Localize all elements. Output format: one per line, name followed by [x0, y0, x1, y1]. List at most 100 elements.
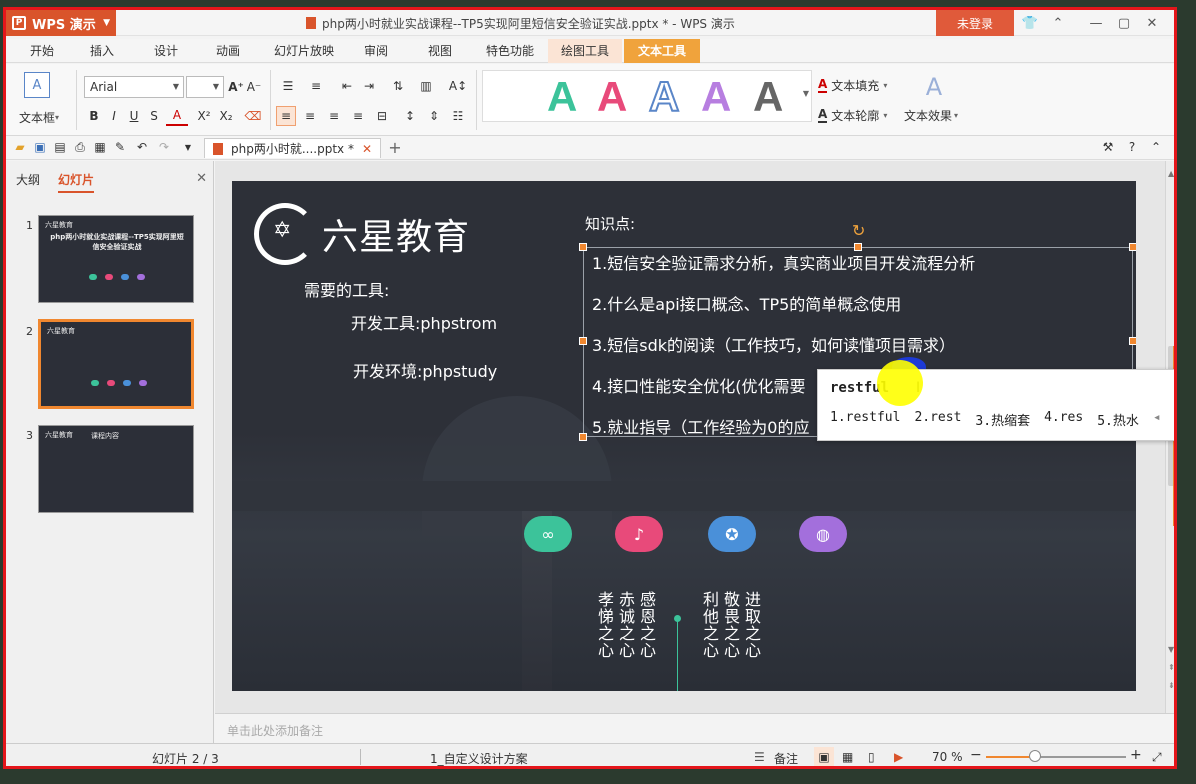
- slide-thumbnail-1[interactable]: 六星教育 php两小时就业实战课程--TP5实现阿里短信安全验证实战: [38, 215, 194, 303]
- ime-candidate-window[interactable]: restful I 1.restful 2.rest 3.热缩套 4.res 5…: [817, 369, 1177, 441]
- tab-view[interactable]: 视图: [418, 39, 462, 63]
- tab-animation[interactable]: 动画: [206, 39, 250, 63]
- increase-indent-icon[interactable]: ⇥: [360, 76, 378, 96]
- new-tab-icon[interactable]: +: [386, 138, 404, 157]
- notes-button[interactable]: 备注: [774, 750, 798, 766]
- decrease-indent-icon[interactable]: ⇤: [338, 76, 356, 96]
- text-direction-icon[interactable]: ⇅: [386, 76, 410, 96]
- open-folder-icon[interactable]: ▰: [12, 139, 28, 155]
- tab-start[interactable]: 开始: [20, 39, 64, 63]
- ribbon-toggle-icon[interactable]: ⌃: [1148, 139, 1164, 155]
- columns-icon[interactable]: ▥: [414, 76, 438, 96]
- scroll-down-icon[interactable]: ▼: [1168, 645, 1174, 654]
- fit-window-icon[interactable]: ⤢: [1152, 750, 1162, 765]
- close-tab-icon[interactable]: ✕: [362, 140, 372, 158]
- login-button[interactable]: 未登录: [936, 10, 1014, 36]
- ime-prev-page-icon[interactable]: ◂: [1153, 410, 1161, 429]
- text-fill-button[interactable]: A 文本填充 ▾: [818, 76, 887, 94]
- slide-thumbnail-3[interactable]: 六星教育 课程内容: [38, 425, 194, 513]
- document-tab[interactable]: php两小时就....pptx * ✕: [204, 138, 382, 158]
- bullets-icon[interactable]: ☰: [276, 76, 300, 96]
- preview-icon[interactable]: ▦: [92, 139, 108, 155]
- notes-icon[interactable]: ☰: [754, 750, 765, 764]
- help-icon[interactable]: ?: [1124, 139, 1140, 155]
- zoom-slider-knob[interactable]: [1029, 750, 1041, 762]
- wordart-style-1[interactable]: A: [547, 73, 577, 121]
- wordart-style-5[interactable]: A: [753, 73, 783, 121]
- textbox-icon[interactable]: A: [24, 72, 50, 98]
- wordart-style-4[interactable]: A: [701, 73, 731, 121]
- wordart-style-3[interactable]: A: [648, 72, 680, 121]
- italic-button[interactable]: I: [106, 106, 122, 126]
- maximize-button[interactable]: ▢: [1110, 10, 1138, 36]
- prev-slide-icon[interactable]: ⇞: [1168, 663, 1174, 672]
- tools-icon[interactable]: ⚒: [1100, 139, 1116, 155]
- bold-button[interactable]: B: [86, 106, 102, 126]
- align-center-icon[interactable]: ≡: [300, 106, 320, 126]
- slide-thumbnail-2[interactable]: 六星教育: [38, 319, 194, 409]
- paragraph-settings-icon[interactable]: ☷: [448, 106, 468, 126]
- minimize-button[interactable]: —: [1082, 10, 1110, 36]
- gallery-more-icon[interactable]: ▼: [803, 89, 809, 98]
- export-pdf-icon[interactable]: ▤: [52, 139, 68, 155]
- ime-candidate-3[interactable]: 3.热缩套: [975, 410, 1030, 429]
- justify-icon[interactable]: ≡: [348, 106, 368, 126]
- skin-icon[interactable]: 👕: [1016, 10, 1044, 36]
- text-effect-button[interactable]: 文本效果 ▾: [904, 106, 958, 124]
- shrink-font-button[interactable]: A⁻: [246, 78, 262, 96]
- reading-view-icon[interactable]: ▯: [868, 750, 875, 764]
- tab-outline[interactable]: 大纲: [16, 171, 40, 188]
- strikethrough-button[interactable]: S: [146, 106, 162, 126]
- normal-view-icon[interactable]: ▣: [814, 747, 834, 766]
- redo-icon[interactable]: ↷: [156, 139, 172, 155]
- close-panel-icon[interactable]: ✕: [196, 171, 207, 186]
- align-left-icon[interactable]: ≡: [276, 106, 296, 126]
- collapse-ribbon-icon[interactable]: ⌃: [1044, 10, 1072, 36]
- align-right-icon[interactable]: ≡: [324, 106, 344, 126]
- ime-candidate-2[interactable]: 2.rest: [914, 410, 961, 429]
- clear-format-icon[interactable]: ⌫: [244, 106, 262, 126]
- tab-slides[interactable]: 幻灯片: [58, 171, 95, 193]
- ime-candidate-5[interactable]: 5.热水: [1097, 410, 1139, 429]
- app-menu-button[interactable]: P WPS 演示 ▼: [6, 10, 116, 36]
- ime-candidate-4[interactable]: 4.res: [1044, 410, 1083, 429]
- rotate-handle-icon[interactable]: ↻: [852, 221, 865, 240]
- undo-icon[interactable]: ↶: [134, 139, 150, 155]
- tab-features[interactable]: 特色功能: [478, 39, 542, 63]
- distribute-icon[interactable]: ⊟: [372, 106, 392, 126]
- numbering-icon[interactable]: ≡: [304, 76, 328, 96]
- line-spacing-icon[interactable]: ↕: [400, 106, 420, 126]
- tab-design[interactable]: 设计: [144, 39, 188, 63]
- font-color-button[interactable]: A: [166, 106, 188, 126]
- text-outline-button[interactable]: A 文本轮廓 ▾: [818, 106, 887, 124]
- tab-insert[interactable]: 插入: [80, 39, 124, 63]
- wordart-style-2[interactable]: A: [597, 73, 627, 121]
- paragraph-spacing-icon[interactable]: ⇕: [424, 106, 444, 126]
- ime-candidate-1[interactable]: 1.restful: [830, 410, 900, 429]
- scroll-up-icon[interactable]: ▲: [1168, 169, 1174, 178]
- grow-font-button[interactable]: A⁺: [228, 78, 244, 96]
- slide-sorter-icon[interactable]: ▦: [842, 750, 853, 764]
- tab-drawing-tools[interactable]: 绘图工具: [548, 39, 622, 63]
- notes-pane[interactable]: 单击此处添加备注: [215, 713, 1174, 743]
- textbox-button[interactable]: 文本框 ▾: [14, 108, 64, 126]
- text-effect-icon[interactable]: A: [922, 73, 946, 101]
- tab-review[interactable]: 审阅: [354, 39, 398, 63]
- customize-chevron-icon[interactable]: ▼: [182, 139, 194, 155]
- next-slide-icon[interactable]: ⇟: [1168, 681, 1174, 690]
- font-name-select[interactable]: Arial ▼: [84, 76, 184, 98]
- ime-next-page-icon[interactable]: ▸: [1175, 410, 1177, 429]
- superscript-button[interactable]: X²: [194, 106, 214, 126]
- zoom-level[interactable]: 70 %: [932, 750, 963, 764]
- format-painter-icon[interactable]: ✎: [112, 139, 128, 155]
- tab-slideshow[interactable]: 幻灯片放映: [264, 39, 344, 63]
- subscript-button[interactable]: X₂: [216, 106, 236, 126]
- tab-text-tools[interactable]: 文本工具: [624, 39, 700, 63]
- underline-button[interactable]: U: [126, 106, 142, 126]
- font-size-select[interactable]: ▼: [186, 76, 224, 98]
- close-button[interactable]: ✕: [1138, 10, 1166, 36]
- zoom-in-icon[interactable]: +: [1130, 747, 1142, 763]
- save-icon[interactable]: ▣: [32, 139, 48, 155]
- print-icon[interactable]: ⎙: [72, 139, 88, 155]
- zoom-out-icon[interactable]: −: [970, 747, 982, 763]
